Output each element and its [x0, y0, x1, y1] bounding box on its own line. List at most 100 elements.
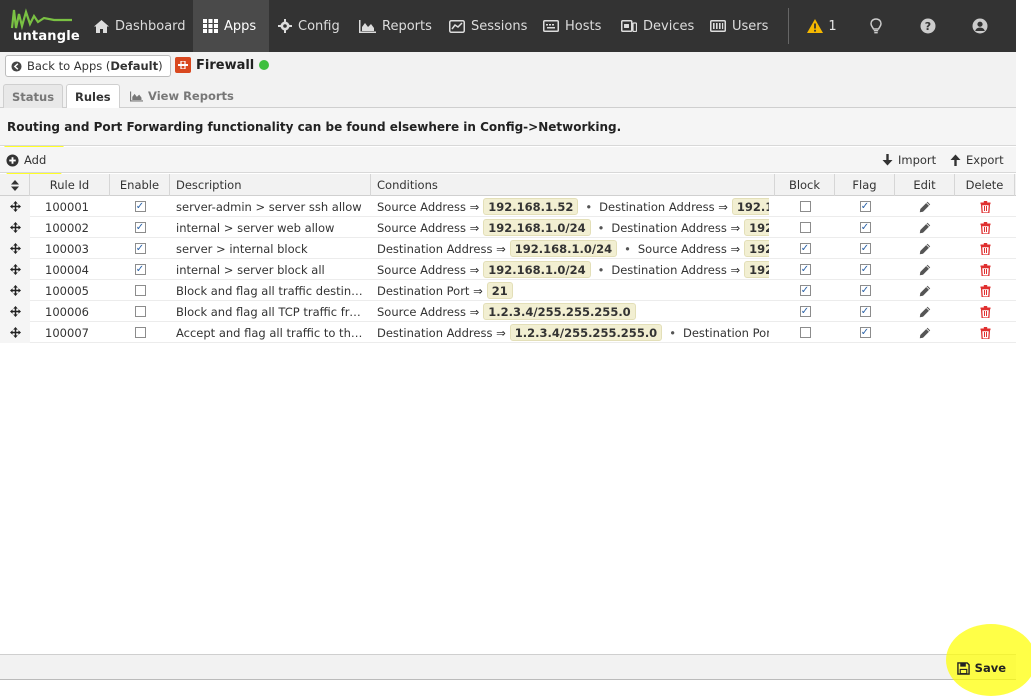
edit-button[interactable] — [895, 259, 955, 280]
hosts-icon — [543, 20, 559, 32]
nav-apps[interactable]: Apps — [193, 0, 270, 52]
drag-handle[interactable] — [0, 322, 30, 343]
rule-description: Block and flag all TCP traffic fro… — [176, 304, 365, 319]
condition-label: Source Address ⇒ — [377, 199, 480, 214]
edit-button[interactable] — [895, 322, 955, 343]
edit-button[interactable] — [895, 301, 955, 322]
nav-devices[interactable]: Devices — [611, 0, 704, 52]
nav-label: Dashboard — [115, 18, 186, 34]
delete-button[interactable] — [955, 322, 1015, 343]
column-delete[interactable]: Delete — [955, 174, 1015, 196]
block-cell — [775, 217, 835, 238]
flag-checkbox[interactable] — [859, 285, 871, 296]
rule-id: 100006 — [45, 304, 89, 319]
block-checkbox[interactable] — [799, 327, 811, 338]
tab-rules[interactable]: Rules — [66, 84, 120, 109]
nav-users[interactable]: Users — [700, 0, 778, 52]
block-checkbox[interactable] — [799, 222, 811, 233]
enable-checkbox[interactable] — [134, 201, 146, 212]
nav-hosts[interactable]: Hosts — [533, 0, 611, 52]
delete-button[interactable] — [955, 217, 1015, 238]
enable-checkbox[interactable] — [134, 306, 146, 317]
block-checkbox[interactable] — [799, 201, 811, 212]
enable-checkbox[interactable] — [134, 327, 146, 338]
delete-button[interactable] — [955, 301, 1015, 322]
nav-sessions[interactable]: Sessions — [439, 0, 537, 52]
untangle-logo[interactable]: untangle — [10, 6, 80, 46]
tab-status[interactable]: Status — [3, 84, 64, 108]
condition-value: 192.1… — [731, 198, 769, 215]
nav-config[interactable]: Config — [268, 0, 350, 52]
alerts-button[interactable]: 1 — [800, 0, 844, 52]
block-checkbox[interactable] — [799, 285, 811, 296]
table-row: 100006 Block and flag all TCP traffic fro… — [0, 301, 1016, 322]
column-block[interactable]: Block — [775, 174, 835, 196]
condition-label: Destination Address ⇒ — [377, 241, 506, 256]
tips-button[interactable] — [864, 0, 888, 52]
flag-checkbox[interactable] — [859, 306, 871, 317]
enable-checkbox[interactable] — [134, 222, 146, 233]
block-checkbox[interactable] — [799, 264, 811, 275]
nav-label: Devices — [643, 18, 695, 34]
back-label-suffix: ) — [158, 59, 163, 73]
enable-checkbox[interactable] — [134, 243, 146, 254]
conditions-cell: Source Address ⇒ 192.168.1.0/24 • Destinati… — [371, 259, 775, 280]
block-checkbox[interactable] — [799, 243, 811, 254]
add-label: Add — [24, 153, 47, 167]
delete-button[interactable] — [955, 280, 1015, 301]
edit-button[interactable] — [895, 280, 955, 301]
column-conditions[interactable]: Conditions — [371, 174, 775, 196]
drag-handle[interactable] — [0, 217, 30, 238]
flag-checkbox[interactable] — [859, 201, 871, 212]
condition-value: 192… — [744, 219, 769, 236]
move-icon — [9, 201, 21, 212]
edit-button[interactable] — [895, 196, 955, 217]
delete-button[interactable] — [955, 196, 1015, 217]
back-label: Back to Apps (Default) — [27, 59, 163, 73]
edit-button[interactable] — [895, 238, 955, 259]
flag-cell — [835, 280, 895, 301]
drag-handle[interactable] — [0, 280, 30, 301]
flag-checkbox[interactable] — [859, 264, 871, 275]
nav-dashboard[interactable]: Dashboard — [84, 0, 196, 52]
column-flag[interactable]: Flag — [835, 174, 895, 196]
add-rule-button[interactable]: Add — [6, 147, 46, 173]
enable-checkbox[interactable] — [134, 264, 146, 275]
back-label-prefix: Back to Apps ( — [27, 59, 111, 73]
delete-button[interactable] — [955, 238, 1015, 259]
drag-handle[interactable] — [0, 196, 30, 217]
enable-cell — [110, 217, 170, 238]
condition-separator: • — [597, 220, 605, 235]
column-description[interactable]: Description — [170, 174, 371, 196]
drag-handle[interactable] — [0, 259, 30, 280]
account-button[interactable] — [968, 0, 992, 52]
column-edit[interactable]: Edit — [895, 174, 955, 196]
column-sort-handle[interactable] — [0, 174, 30, 196]
export-button[interactable]: Export — [950, 147, 1004, 173]
import-button[interactable]: Import — [882, 147, 936, 173]
description-cell: server > internal block — [170, 238, 371, 259]
rule-description: internal > server block all — [176, 262, 325, 277]
alert-count: 1 — [828, 18, 837, 34]
enable-checkbox[interactable] — [134, 285, 146, 296]
flag-checkbox[interactable] — [859, 327, 871, 338]
nav-reports[interactable]: Reports — [349, 0, 442, 52]
drag-handle[interactable] — [0, 301, 30, 322]
back-to-apps-button[interactable]: Back to Apps (Default) — [5, 55, 171, 77]
flag-checkbox[interactable] — [859, 243, 871, 254]
table-row: 100001 server-admin > server ssh allow Sou… — [0, 196, 1016, 217]
rule-id: 100001 — [45, 199, 89, 214]
drag-handle[interactable] — [0, 238, 30, 259]
delete-button[interactable] — [955, 259, 1015, 280]
block-checkbox[interactable] — [799, 306, 811, 317]
edit-button[interactable] — [895, 217, 955, 238]
conditions-list: Destination Port ⇒ 21 — [377, 282, 513, 299]
tab-view-reports[interactable]: View Reports — [122, 84, 242, 108]
column-rule-id[interactable]: Rule Id — [30, 174, 110, 196]
flag-checkbox[interactable] — [859, 222, 871, 233]
save-button[interactable]: Save — [956, 659, 1006, 677]
help-button[interactable]: ? — [916, 0, 940, 52]
column-enable[interactable]: Enable — [110, 174, 170, 196]
flag-cell — [835, 322, 895, 343]
enable-cell — [110, 196, 170, 217]
